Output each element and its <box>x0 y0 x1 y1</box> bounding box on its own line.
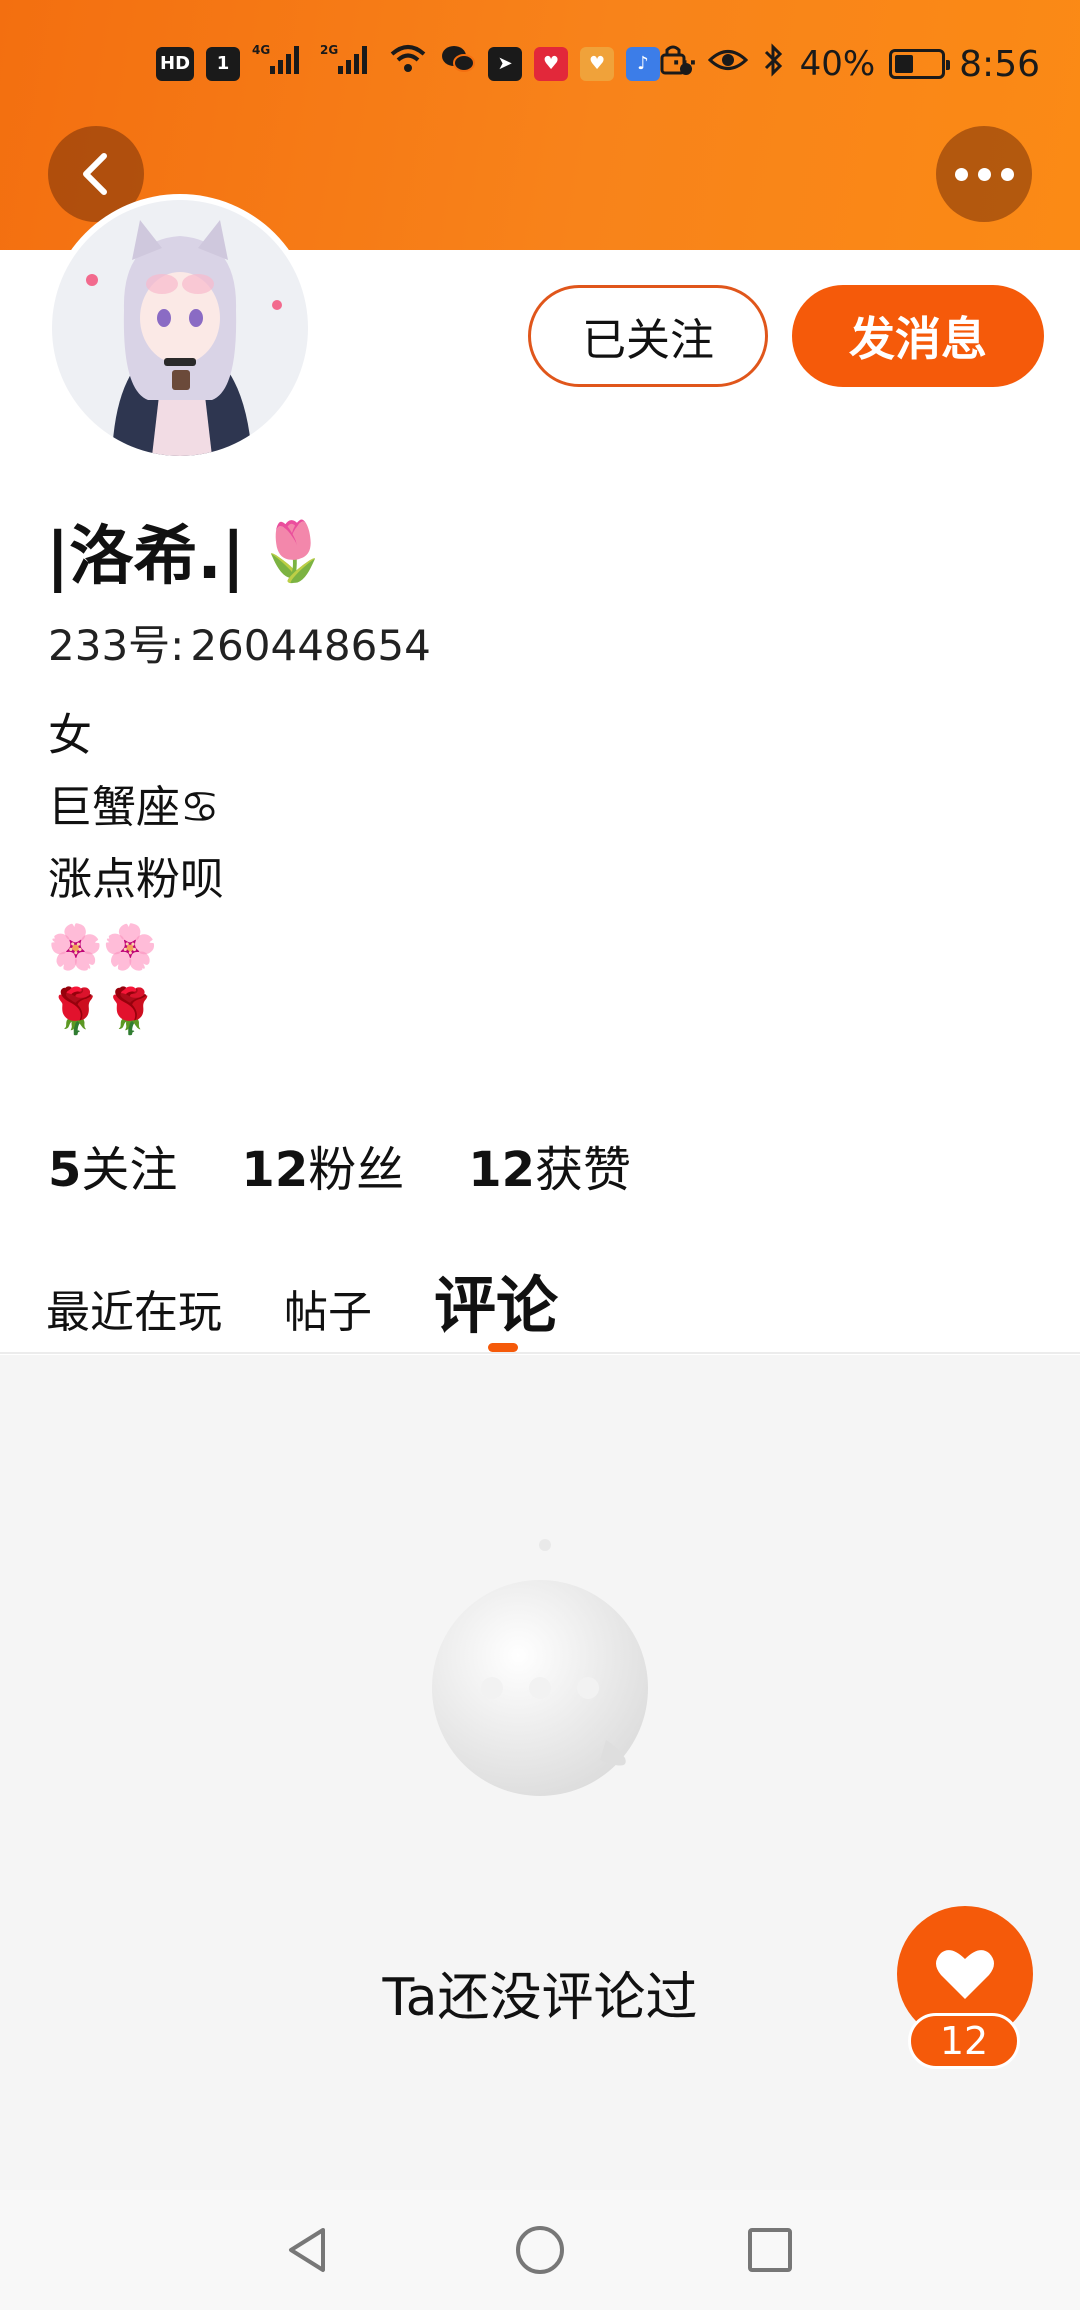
profile-tabs: 最近在玩 帖子 评论 <box>46 1255 558 1345</box>
nav-recents-icon <box>748 2228 792 2272</box>
stats-row: 5关注 12粉丝 12获赞 <box>48 1130 631 1200</box>
nav-home-button[interactable] <box>480 2190 600 2310</box>
nav-home-icon <box>516 2226 564 2274</box>
back-button[interactable] <box>48 126 144 222</box>
battery-percent: 40% <box>799 44 876 84</box>
account-id-label: 233号: <box>48 621 185 670</box>
likes-stat[interactable]: 12获赞 <box>468 1130 631 1200</box>
network-2g-label: 2G <box>320 43 338 57</box>
status-icons-right: 40% 8:56 <box>658 36 1040 92</box>
app-heart-icon: ♥ <box>534 46 569 81</box>
followers-count: 12 <box>241 1142 309 1198</box>
bio: 女 巨蟹座♋ 涨点粉呗 🌸🌸 🌹🌹 <box>48 700 224 1044</box>
active-tab-indicator <box>488 1343 518 1352</box>
like-count-badge: 12 <box>908 2013 1020 2069</box>
signal-2g-icon: 2G <box>320 42 376 85</box>
likes-count: 12 <box>468 1142 536 1198</box>
account-id: 233号: 260448654 <box>48 612 431 673</box>
following-count: 5 <box>48 1142 82 1198</box>
wechat-icon <box>440 42 476 85</box>
heart-icon <box>936 1950 994 1999</box>
bio-line: 涨点粉呗 <box>48 854 224 905</box>
username-text: |洛希.| <box>46 520 246 594</box>
bio-line: 巨蟹座♋ <box>48 782 220 833</box>
tabs-divider <box>0 1352 1080 1354</box>
app-notification-icon: ➤ <box>488 46 523 81</box>
bio-line: 🌸🌸 <box>48 922 158 973</box>
followed-button[interactable]: 已关注 <box>528 285 768 387</box>
bluetooth-icon <box>762 42 786 86</box>
nav-recents-button[interactable] <box>710 2190 830 2310</box>
tab-comments[interactable]: 评论 <box>434 1255 558 1345</box>
more-dots-icon <box>954 167 1014 181</box>
bio-line: 🌹🌹 <box>48 986 158 1037</box>
music-app-icon: ♪ <box>626 46 661 81</box>
following-stat[interactable]: 5关注 <box>48 1130 177 1200</box>
clock: 8:56 <box>959 43 1040 85</box>
battery-icon <box>889 49 951 79</box>
eye-comfort-icon <box>707 43 748 86</box>
followers-stat[interactable]: 12粉丝 <box>241 1130 404 1200</box>
hd-badge: HD <box>156 46 195 81</box>
bio-line: 女 <box>48 710 92 761</box>
sim-badge: 1 <box>206 46 241 81</box>
tab-recently-played[interactable]: 最近在玩 <box>46 1276 222 1340</box>
account-id-value: 260448654 <box>190 621 431 670</box>
signal-4g-icon: 4G <box>252 42 308 85</box>
avatar-illustration <box>52 200 308 456</box>
nav-back-icon <box>289 2228 325 2272</box>
nav-back-button[interactable] <box>249 2190 369 2310</box>
chevron-left-icon <box>83 153 107 195</box>
followers-label: 粉丝 <box>308 1142 405 1198</box>
send-message-button[interactable]: 发消息 <box>792 285 1044 387</box>
status-bar: HD 1 4G 2G ➤ ♥ ♥ ♪ 40% 8:56 <box>0 36 1080 92</box>
tulip-emoji: 🌷 <box>257 516 330 585</box>
more-button[interactable] <box>936 126 1032 222</box>
wifi-icon <box>388 42 428 85</box>
network-4g-label: 4G <box>252 43 270 57</box>
status-icons-left: HD 1 4G 2G ➤ ♥ ♥ ♪ <box>156 42 697 85</box>
tab-posts[interactable]: 帖子 <box>284 1276 372 1340</box>
data-saver-icon <box>658 43 694 86</box>
likes-label: 获赞 <box>535 1142 632 1198</box>
app-like-icon: ♥ <box>580 46 615 81</box>
system-nav-bar <box>0 2190 1080 2310</box>
following-label: 关注 <box>81 1142 178 1198</box>
chat-bubble-icon <box>420 1510 660 1810</box>
username: |洛希.| 🌷 <box>46 505 329 597</box>
avatar[interactable] <box>52 200 308 456</box>
